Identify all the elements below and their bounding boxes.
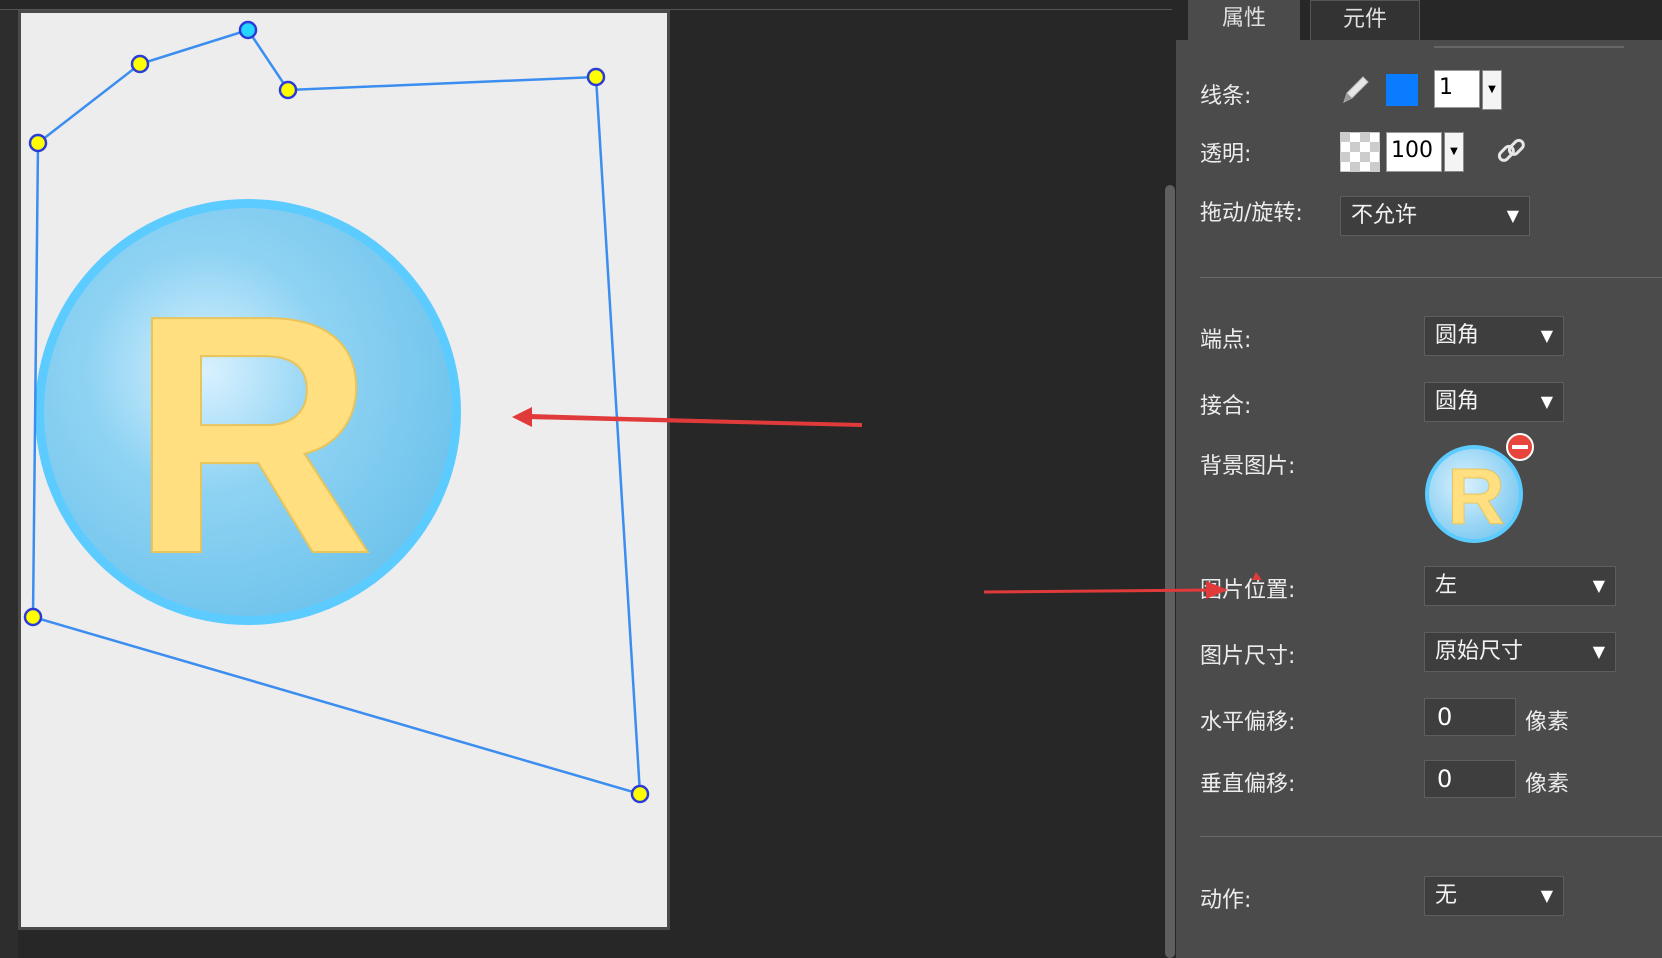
image-size-select[interactable]: 原始尺寸 ▼: [1424, 632, 1616, 672]
stroke-width-spinner[interactable]: ▼: [1482, 70, 1502, 110]
image-position-label: 图片位置:: [1200, 578, 1296, 603]
tab-bar: 属性 元件: [1176, 0, 1662, 40]
vertex-handle[interactable]: [28, 133, 48, 153]
dropdown-arrow-icon: ▼: [1592, 642, 1605, 661]
checker-icon[interactable]: [1340, 132, 1380, 172]
offset-x-label: 水平偏移:: [1200, 710, 1296, 735]
vertex-handle[interactable]: [630, 784, 650, 804]
action-label: 动作:: [1200, 888, 1252, 913]
vertical-scrollbar[interactable]: [1165, 185, 1175, 958]
vertex-handle[interactable]: [278, 80, 298, 100]
image-size-label: 图片尺寸:: [1200, 644, 1296, 669]
drag-rotate-select[interactable]: 不允许 ▼: [1340, 196, 1530, 236]
cap-select[interactable]: 圆角 ▼: [1424, 316, 1564, 356]
section-divider: [1200, 836, 1662, 837]
bg-image-label: 背景图片:: [1200, 454, 1296, 479]
offset-x-input[interactable]: 0: [1424, 698, 1516, 736]
link-icon[interactable]: [1494, 134, 1528, 168]
tab-components[interactable]: 元件: [1310, 0, 1420, 40]
action-value: 无: [1435, 883, 1458, 908]
annotation-arrow: [512, 407, 863, 427]
properties-panel: 属性 元件 线条: 1 ▼ 透明: 100 ▼ 拖动/旋转: 不允许 ▼ 端点:…: [1176, 0, 1662, 958]
vertex-handle[interactable]: [130, 54, 150, 74]
join-label: 接合:: [1200, 394, 1252, 419]
offset-x-unit: 像素: [1525, 710, 1570, 735]
offset-y-unit: 像素: [1525, 772, 1570, 797]
section-divider: [1200, 277, 1662, 278]
dropdown-arrow-icon: ▼: [1540, 886, 1553, 905]
opacity-input[interactable]: 100: [1386, 132, 1442, 172]
thumb-letter: R: [1447, 452, 1505, 541]
stroke-color-swatch[interactable]: [1386, 74, 1418, 106]
opacity-label: 透明:: [1200, 142, 1252, 167]
dropdown-arrow-icon: ▼: [1592, 576, 1605, 595]
canvas-drawing[interactable]: R: [0, 0, 1172, 958]
offset-y-label: 垂直偏移:: [1200, 772, 1296, 797]
drag-rotate-value: 不允许: [1351, 203, 1418, 228]
action-select[interactable]: 无 ▼: [1424, 876, 1564, 916]
pencil-icon[interactable]: [1338, 72, 1372, 106]
stroke-label: 线条:: [1200, 84, 1252, 109]
field-edge: [1434, 38, 1624, 48]
cap-label: 端点:: [1200, 328, 1252, 353]
image-size-value: 原始尺寸: [1435, 639, 1524, 664]
join-value: 圆角: [1435, 389, 1480, 414]
dropdown-arrow-icon: ▼: [1506, 206, 1519, 225]
logo-image[interactable]: R: [35, 199, 461, 626]
dropdown-arrow-icon: ▼: [1540, 392, 1553, 411]
offset-y-input[interactable]: 0: [1424, 760, 1516, 798]
vertex-handle[interactable]: [586, 67, 606, 87]
vertex-handle-active[interactable]: [238, 20, 258, 40]
tab-properties[interactable]: 属性: [1188, 0, 1300, 40]
vertex-handle[interactable]: [23, 607, 43, 627]
join-select[interactable]: 圆角 ▼: [1424, 382, 1564, 422]
image-position-value: 左: [1435, 573, 1458, 598]
stroke-width-input[interactable]: 1: [1434, 70, 1480, 108]
dropdown-arrow-icon: ▼: [1540, 326, 1553, 345]
opacity-spinner[interactable]: ▼: [1444, 132, 1464, 172]
remove-icon[interactable]: [1505, 432, 1535, 462]
logo-letter: R: [129, 245, 375, 625]
cap-value: 圆角: [1435, 323, 1480, 348]
drag-rotate-label: 拖动/旋转:: [1200, 201, 1303, 226]
image-position-select[interactable]: 左 ▼: [1424, 566, 1616, 606]
